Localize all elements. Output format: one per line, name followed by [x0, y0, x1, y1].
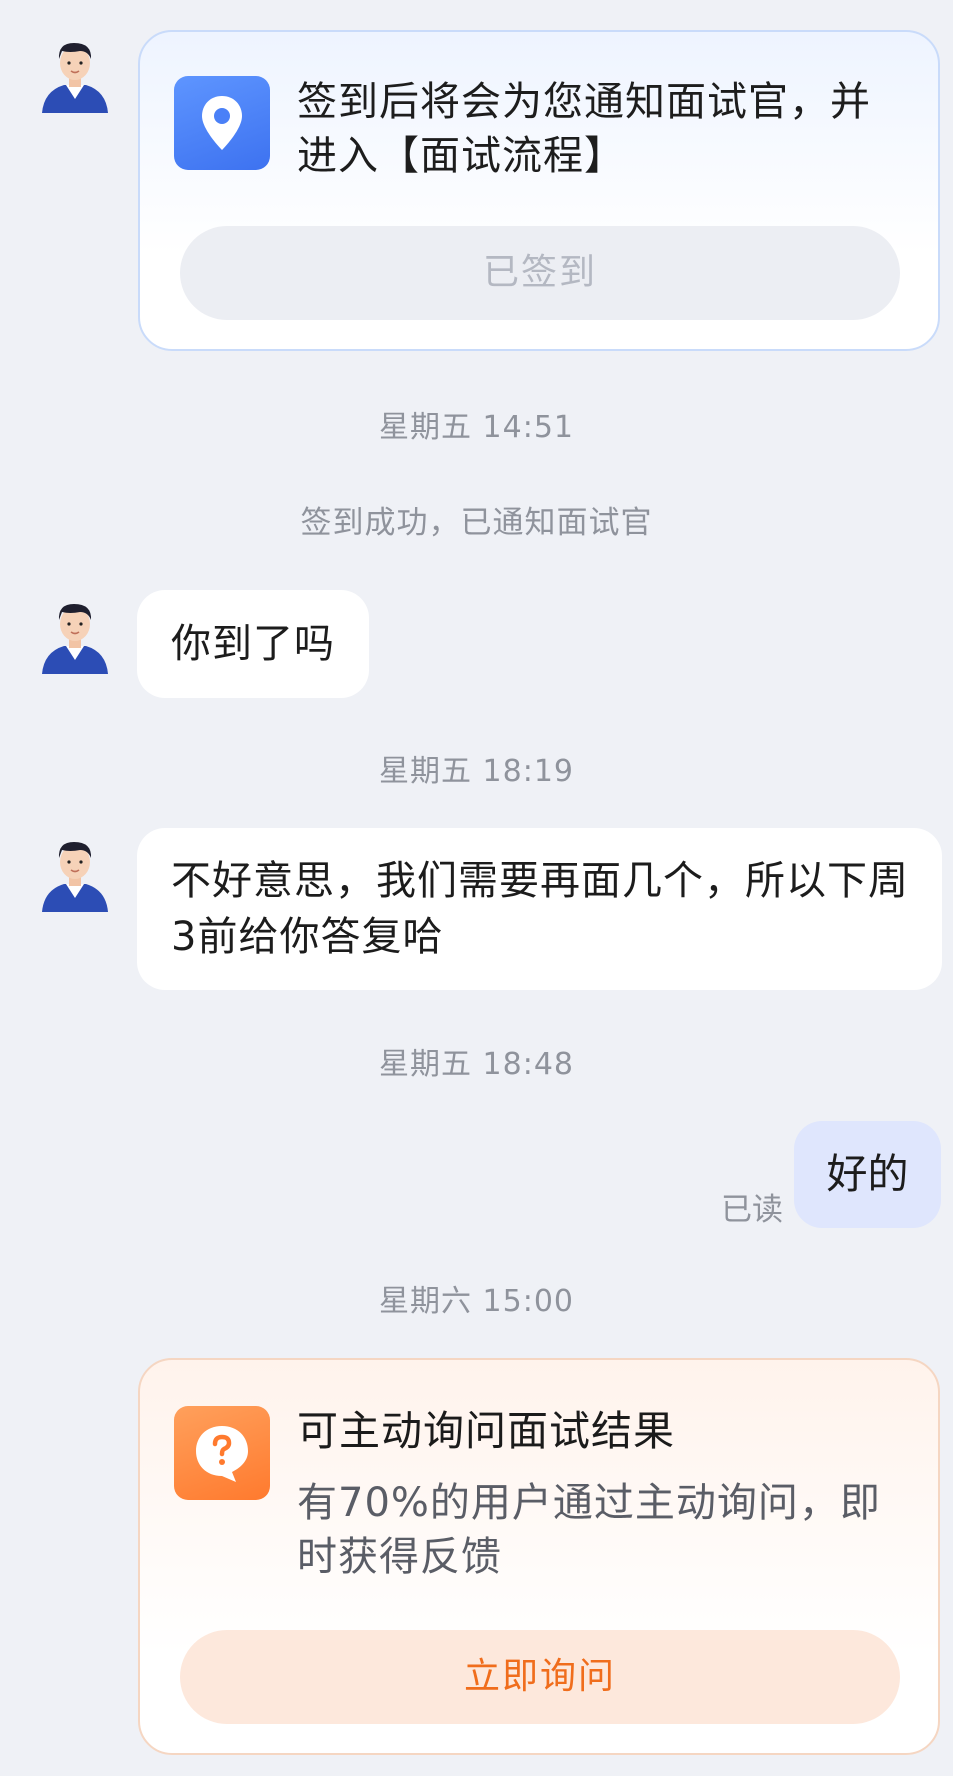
chat-thread: 签到后将会为您通知面试官，并进入【面试流程】 已签到 星期五 14:51 签到成… — [0, 0, 953, 1776]
recruiter-avatar-image — [42, 842, 108, 912]
timestamp: 星期五 14:51 — [379, 410, 574, 445]
checkin-card: 签到后将会为您通知面试官，并进入【面试流程】 已签到 — [138, 30, 940, 351]
timestamp: 星期五 18:48 — [379, 1047, 574, 1082]
recruiter-avatar-image — [42, 43, 108, 113]
ask-now-button[interactable]: 立即询问 — [180, 1630, 900, 1724]
recruiter-avatar-image — [42, 604, 108, 674]
checkin-card-text: 签到后将会为您通知面试官，并进入【面试流程】 — [297, 79, 871, 179]
outgoing-message[interactable]: 好的 — [794, 1121, 941, 1228]
inquiry-title: 可主动询问面试结果 — [297, 1407, 675, 1455]
checked-in-button[interactable]: 已签到 — [180, 226, 900, 320]
read-status: 已读 — [721, 1192, 783, 1228]
inquiry-description: 有70%的用户通过主动询问，即时获得反馈 — [297, 1480, 881, 1580]
timestamp: 星期六 15:00 — [379, 1284, 574, 1319]
recruiter-avatar[interactable] — [36, 33, 114, 115]
recruiter-avatar[interactable] — [36, 832, 114, 914]
inquiry-card: 可主动询问面试结果 有70%的用户通过主动询问，即时获得反馈 立即询问 — [138, 1358, 940, 1755]
incoming-message[interactable]: 你到了吗 — [137, 590, 369, 698]
system-message: 签到成功，已通知面试官 — [300, 505, 653, 541]
incoming-message[interactable]: 不好意思，我们需要再面几个，所以下周3前给你答复哈 — [137, 828, 942, 990]
question-bubble-icon — [174, 1406, 270, 1500]
timestamp: 星期五 18:19 — [379, 754, 574, 789]
recruiter-avatar[interactable] — [36, 594, 114, 676]
location-pin-icon — [174, 76, 270, 170]
